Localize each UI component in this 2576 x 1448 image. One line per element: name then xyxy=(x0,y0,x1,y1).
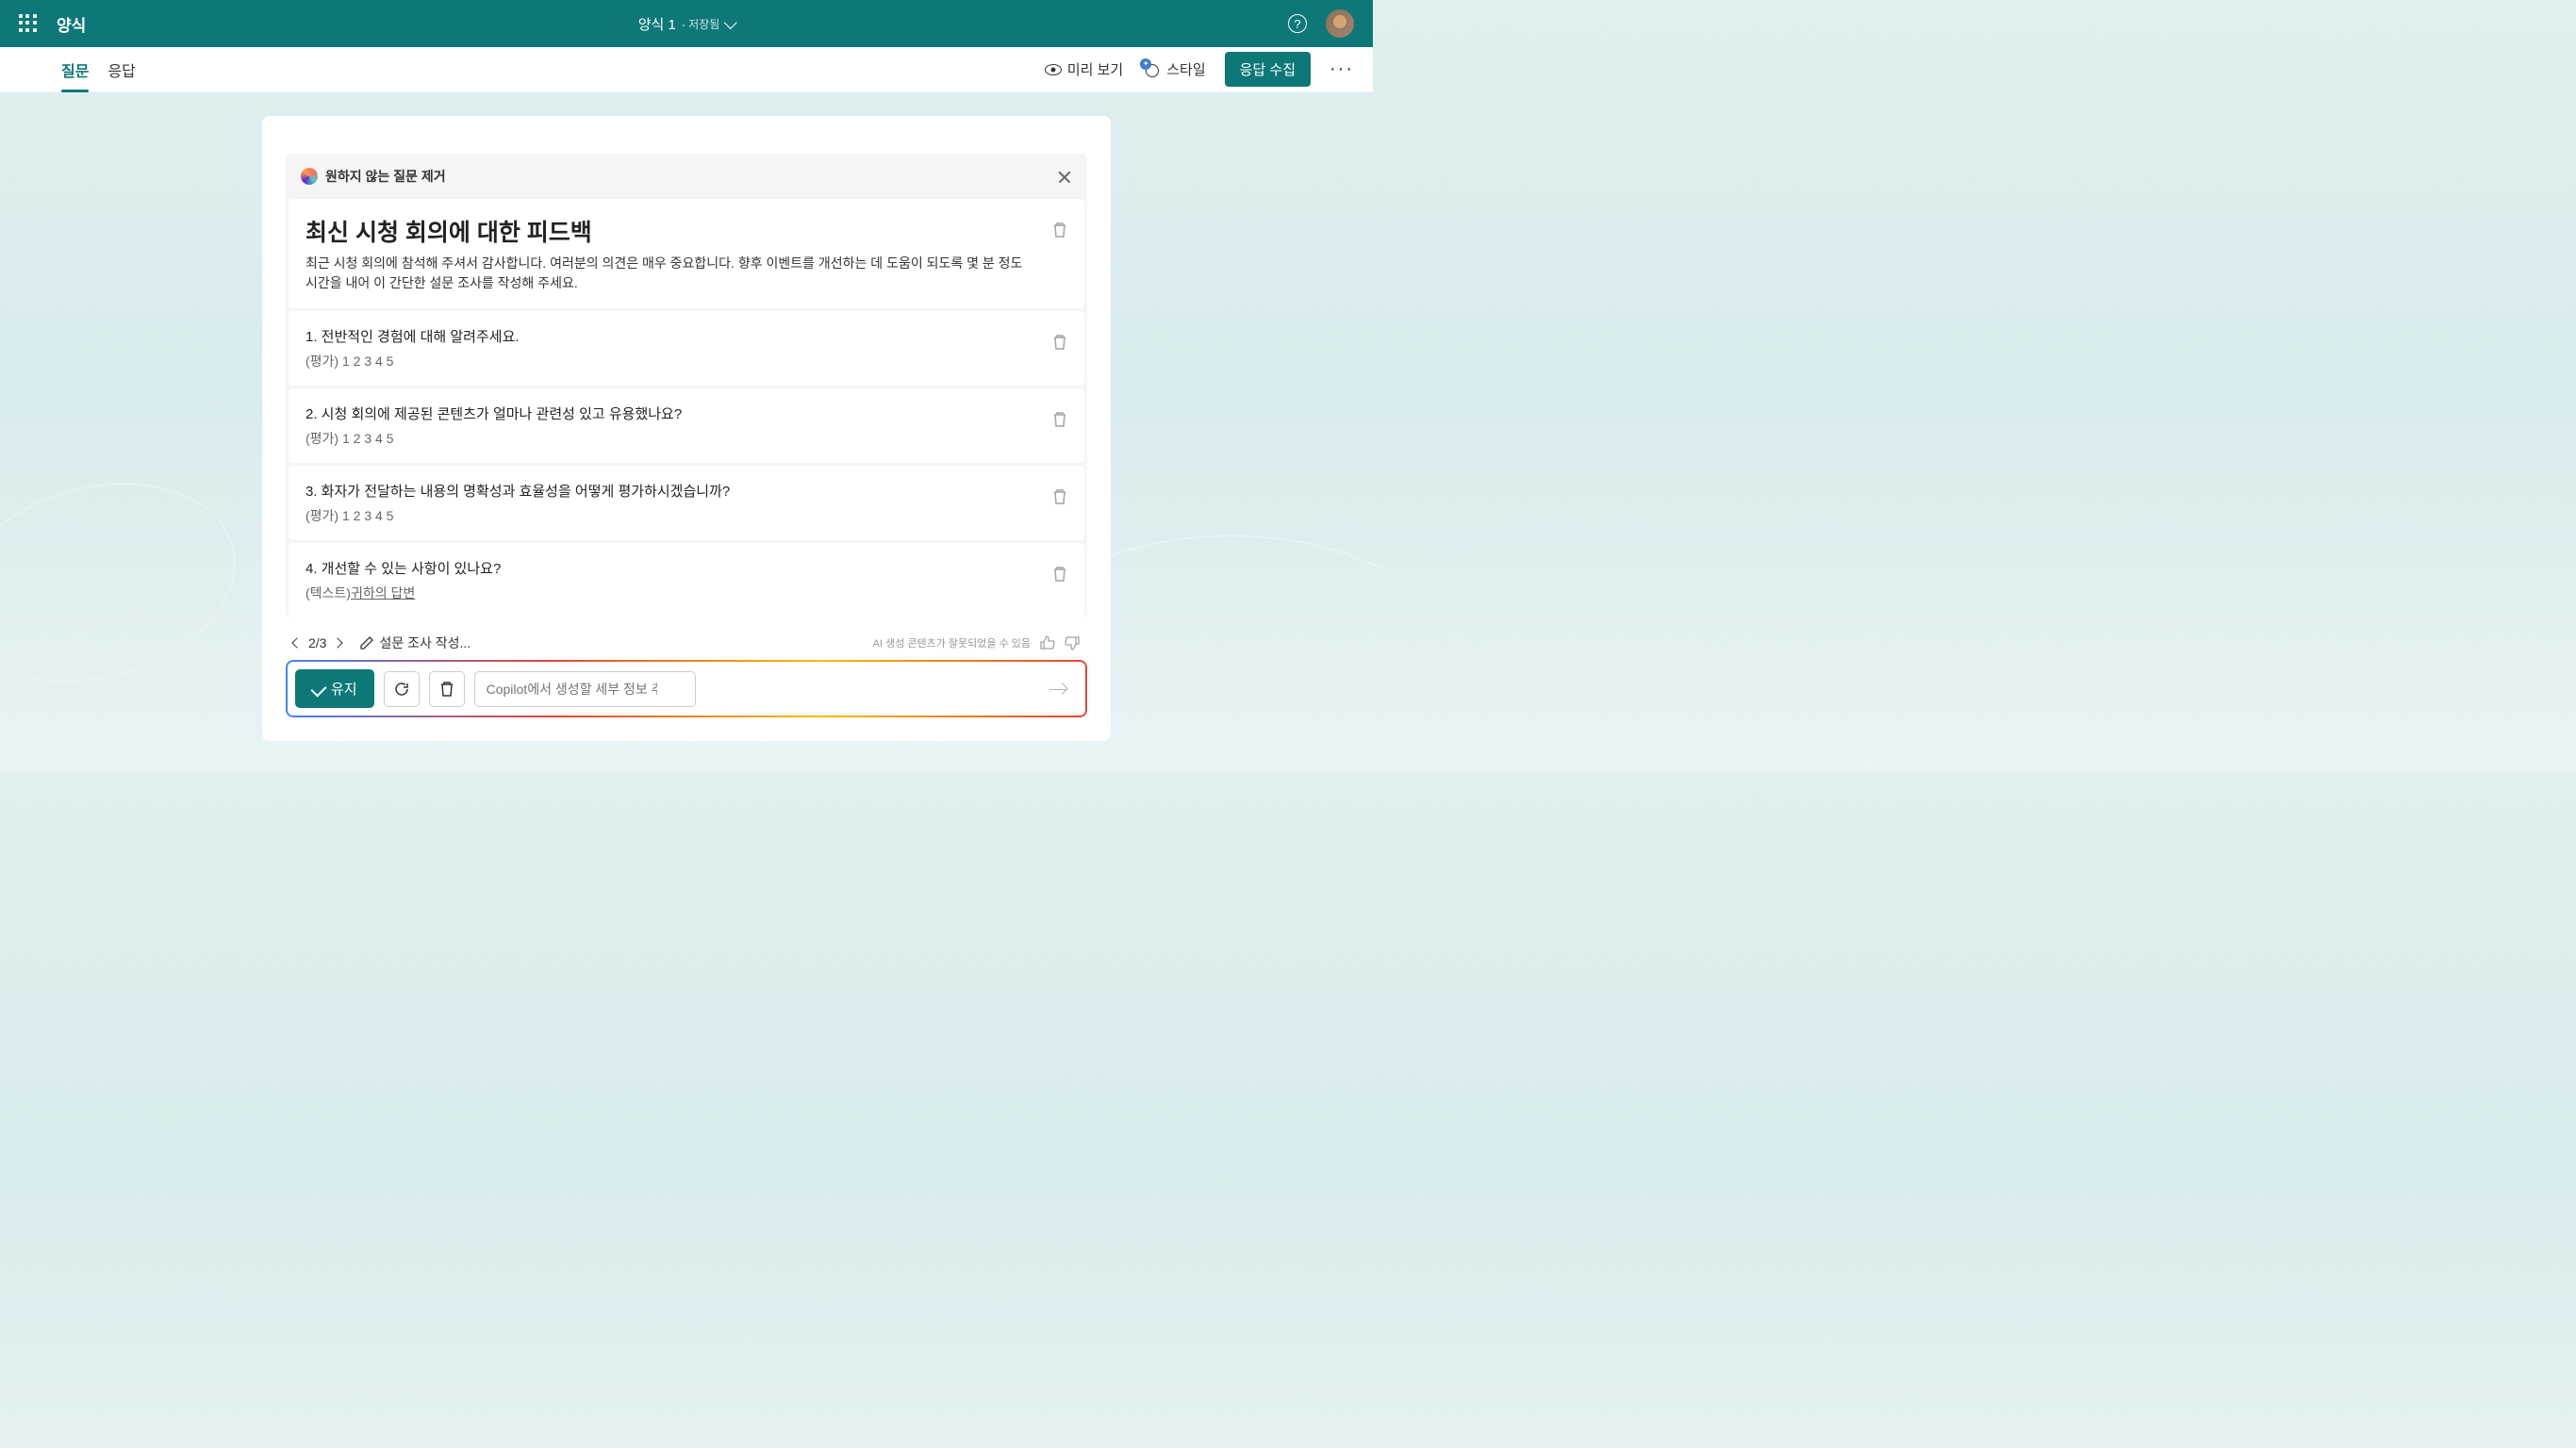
style-icon: ✦ xyxy=(1142,60,1161,79)
question-text: 4. 개선할 수 있는 사항이 있나요? xyxy=(305,558,1033,578)
panel-header-title: 원하지 않는 질문 제거 xyxy=(325,167,446,186)
check-icon xyxy=(311,681,327,697)
pencil-icon xyxy=(360,636,373,650)
bottom-controls: 2/3 설문 조사 작성... AI 생성 콘텐츠가 잘못되었을 수 있음 xyxy=(286,620,1087,660)
form-panel: 원하지 않는 질문 제거 최신 시청 회의에 대한 피드백 최근 시청 회의에 … xyxy=(286,154,1087,617)
tab-questions[interactable]: 질문 xyxy=(61,47,89,92)
pagination: 2/3 xyxy=(293,635,341,650)
sub-right-controls: 미리 보기 ✦ 스타일 응답 수집 ··· xyxy=(1045,52,1354,87)
question-text: 3. 화자가 전달하는 내용의 명확성과 효율성을 어떻게 평가하시겠습니까? xyxy=(305,481,1033,501)
question-type: (평가) 1 2 3 4 5 xyxy=(305,352,1033,370)
copilot-input-wrapper xyxy=(474,671,1078,707)
keep-label: 유지 xyxy=(331,679,357,699)
delete-icon[interactable] xyxy=(1052,566,1067,583)
question-content: 1. 전반적인 경험에 대해 알려주세요. (평가) 1 2 3 4 5 xyxy=(305,326,1033,370)
copilot-icon xyxy=(301,168,318,185)
prev-page-icon[interactable] xyxy=(291,637,302,648)
question-type: (평가) 1 2 3 4 5 xyxy=(305,506,1033,525)
tabs: 질문 응답 xyxy=(61,47,136,92)
submit-arrow-icon[interactable] xyxy=(1049,683,1066,696)
preview-label: 미리 보기 xyxy=(1067,59,1123,79)
top-bar: 양식 양식 1 - 저장됨 ? xyxy=(0,0,1373,47)
keep-button[interactable]: 유지 xyxy=(295,669,374,708)
discard-button[interactable] xyxy=(429,671,465,707)
edit-survey-label: 설문 조사 작성... xyxy=(379,634,471,652)
delete-icon[interactable] xyxy=(1052,411,1067,428)
question-card-1[interactable]: 1. 전반적인 경험에 대해 알려주세요. (평가) 1 2 3 4 5 xyxy=(289,311,1084,386)
more-options-icon[interactable]: ··· xyxy=(1329,58,1354,80)
close-icon[interactable] xyxy=(1057,169,1072,184)
action-row: 유지 xyxy=(286,660,1087,717)
sub-bar: 질문 응답 미리 보기 ✦ 스타일 응답 수집 ··· xyxy=(0,47,1373,92)
delete-icon[interactable] xyxy=(1052,488,1067,505)
question-text: 2. 시청 회의에 제공된 콘텐츠가 얼마나 관련성 있고 유용했나요? xyxy=(305,403,1033,423)
help-icon[interactable]: ? xyxy=(1288,14,1307,33)
question-type: (평가) 1 2 3 4 5 xyxy=(305,429,1033,448)
refresh-icon xyxy=(394,682,409,697)
document-title[interactable]: 양식 1 - 저장됨 xyxy=(638,14,735,34)
form-title-content: 최신 시청 회의에 대한 피드백 최근 시청 회의에 참석해 주셔서 감사합니다… xyxy=(305,214,1033,293)
edit-survey-button[interactable]: 설문 조사 작성... xyxy=(360,634,471,652)
question-content: 2. 시청 회의에 제공된 콘텐츠가 얼마나 관련성 있고 유용했나요? (평가… xyxy=(305,403,1033,448)
style-label: 스타일 xyxy=(1166,59,1205,79)
app-name: 양식 xyxy=(57,12,86,36)
app-launcher-icon[interactable] xyxy=(19,14,38,33)
panel-header-left: 원하지 않는 질문 제거 xyxy=(301,167,446,186)
delete-icon[interactable] xyxy=(1052,334,1067,351)
regenerate-button[interactable] xyxy=(384,671,420,707)
feedback-controls: AI 생성 콘텐츠가 잘못되었을 수 있음 xyxy=(873,635,1080,650)
top-right-controls: ? xyxy=(1288,9,1354,38)
question-content: 3. 화자가 전달하는 내용의 명확성과 효율성을 어떻게 평가하시겠습니까? … xyxy=(305,481,1033,525)
next-page-icon[interactable] xyxy=(333,637,343,648)
delete-icon[interactable] xyxy=(1052,222,1067,239)
question-card-4[interactable]: 4. 개선할 수 있는 사항이 있나요? (텍스트)귀하의 답변 xyxy=(289,543,1084,617)
style-button[interactable]: ✦ 스타일 xyxy=(1142,59,1205,79)
trash-icon xyxy=(439,681,454,698)
question-text: 1. 전반적인 경험에 대해 알려주세요. xyxy=(305,326,1033,346)
form-title: 최신 시청 회의에 대한 피드백 xyxy=(305,214,1033,248)
question-type: (텍스트)귀하의 답변 xyxy=(305,584,1033,602)
copilot-input[interactable] xyxy=(474,671,696,707)
panel-header: 원하지 않는 질문 제거 xyxy=(286,154,1087,199)
saved-status: - 저장됨 xyxy=(682,16,719,32)
form-description: 최근 시청 회의에 참석해 주셔서 감사합니다. 여러분의 의견은 매우 중요합… xyxy=(305,254,1033,293)
form-title-text: 양식 1 xyxy=(638,14,676,34)
question-card-2[interactable]: 2. 시청 회의에 제공된 콘텐츠가 얼마나 관련성 있고 유용했나요? (평가… xyxy=(289,388,1084,463)
ai-disclaimer: AI 생성 콘텐츠가 잘못되었을 수 있음 xyxy=(873,635,1031,650)
question-card-3[interactable]: 3. 화자가 전달하는 내용의 명확성과 효율성을 어떻게 평가하시겠습니까? … xyxy=(289,466,1084,540)
tab-responses[interactable]: 응답 xyxy=(107,47,135,92)
eye-icon xyxy=(1045,64,1062,75)
preview-button[interactable]: 미리 보기 xyxy=(1045,59,1123,79)
page-indicator: 2/3 xyxy=(308,635,326,650)
chevron-down-icon xyxy=(723,15,736,28)
thumbs-down-icon[interactable] xyxy=(1065,635,1080,650)
collect-responses-button[interactable]: 응답 수집 xyxy=(1225,52,1311,87)
form-title-card: 최신 시청 회의에 대한 피드백 최근 시청 회의에 참석해 주셔서 감사합니다… xyxy=(289,199,1084,308)
thumbs-up-icon[interactable] xyxy=(1040,635,1055,650)
main-container: 원하지 않는 질문 제거 최신 시청 회의에 대한 피드백 최근 시청 회의에 … xyxy=(262,116,1111,741)
avatar[interactable] xyxy=(1326,9,1354,38)
question-content: 4. 개선할 수 있는 사항이 있나요? (텍스트)귀하의 답변 xyxy=(305,558,1033,602)
